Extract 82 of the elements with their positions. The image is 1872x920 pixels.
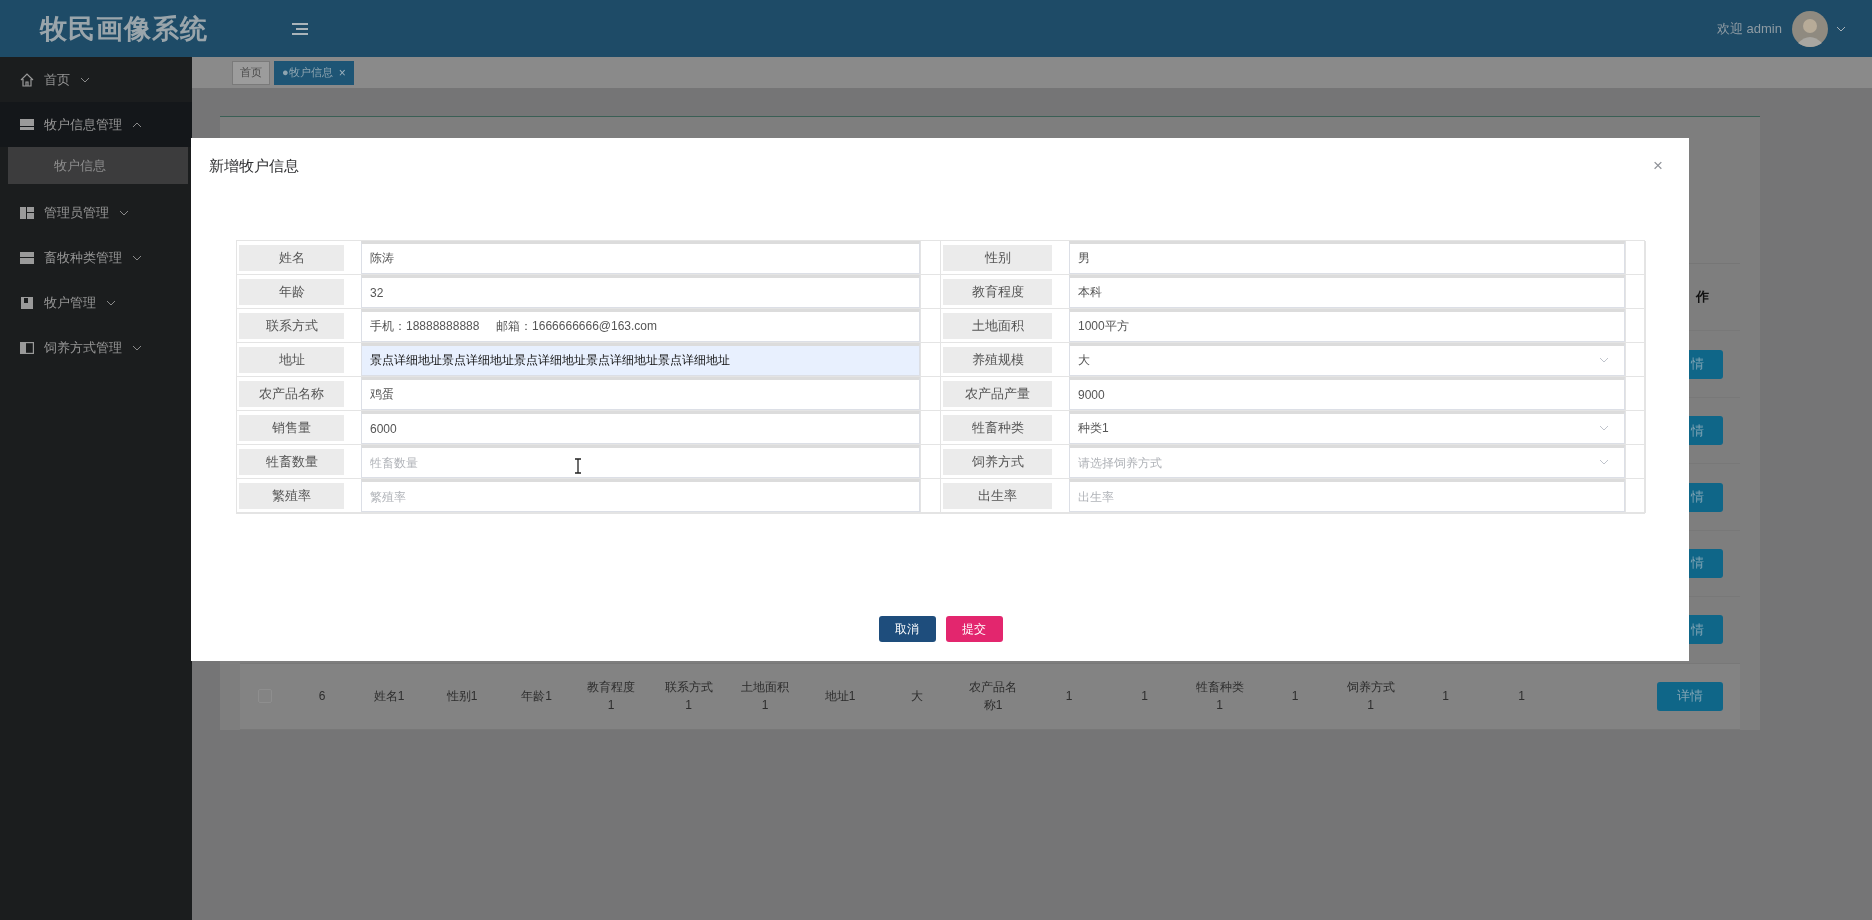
chevron-icon bbox=[132, 121, 142, 128]
sidebar-item[interactable]: 畜牧种类管理 bbox=[0, 235, 192, 280]
sidebar-item[interactable]: 管理员管理 bbox=[0, 190, 192, 235]
select-field[interactable]: 种类1 bbox=[1069, 411, 1625, 444]
chevron-icon bbox=[80, 76, 90, 83]
table-cell-text: 农产品名称1 bbox=[969, 679, 1017, 715]
field-label: 出生率 bbox=[943, 482, 1052, 509]
sidebar-item[interactable]: 首页 bbox=[0, 57, 192, 102]
table-cell-text: 1 bbox=[1442, 688, 1449, 706]
text-cursor-icon bbox=[574, 458, 582, 474]
input-field[interactable]: 手机：18888888888 邮箱：1666666666@163.com bbox=[361, 309, 920, 342]
dialog-title: 新增牧户信息 bbox=[209, 156, 299, 176]
field-label: 年龄 bbox=[239, 278, 344, 305]
input-field[interactable]: 景点详细地址景点详细地址景点详细地址景点详细地址景点详细地址 bbox=[361, 343, 920, 376]
field-label: 养殖规模 bbox=[943, 346, 1052, 373]
field-label: 销售量 bbox=[239, 414, 344, 441]
table-cell-text: 饲养方式1 bbox=[1346, 679, 1395, 715]
table-cell-text: 1 bbox=[1065, 688, 1073, 706]
input-field[interactable]: 繁殖率 bbox=[361, 479, 920, 512]
menu-icon[interactable] bbox=[292, 21, 308, 36]
close-icon[interactable]: × bbox=[338, 65, 346, 80]
input-field[interactable]: 男 bbox=[1069, 241, 1625, 274]
table-cell-text: 1 bbox=[1518, 688, 1525, 706]
cancel-button[interactable]: 取消 bbox=[878, 616, 936, 642]
table-cell-text: 性别1 bbox=[446, 688, 478, 706]
select-field[interactable]: 大 bbox=[1069, 343, 1625, 376]
table-cell-text: 年龄1 bbox=[521, 688, 552, 706]
input-field[interactable]: 6000 bbox=[361, 411, 920, 444]
sidebar-item[interactable]: 牧户管理 bbox=[0, 280, 192, 325]
input-field[interactable]: 出生率 bbox=[1069, 479, 1625, 512]
chevron-icon bbox=[119, 209, 129, 216]
input-field[interactable]: 32 bbox=[361, 275, 920, 308]
table-cell-text: 大 bbox=[910, 688, 923, 706]
bookmark-icon bbox=[20, 295, 34, 310]
list-icon bbox=[20, 250, 34, 265]
table-cell-text: 6 bbox=[318, 688, 326, 706]
chevron-icon[interactable] bbox=[1836, 25, 1846, 32]
input-field[interactable]: 本科 bbox=[1069, 275, 1625, 308]
field-label: 性别 bbox=[943, 244, 1052, 271]
field-label: 牲畜种类 bbox=[943, 414, 1052, 441]
close-icon[interactable]: × bbox=[1653, 156, 1663, 176]
avatar[interactable] bbox=[1792, 10, 1828, 47]
sidebar-item[interactable]: 饲养方式管理 bbox=[0, 325, 192, 370]
input-field[interactable]: 9000 bbox=[1069, 377, 1625, 410]
input-field[interactable]: 鸡蛋 bbox=[361, 377, 920, 410]
table-cell-text: 牲畜种类1 bbox=[1195, 679, 1244, 715]
home-icon bbox=[20, 72, 34, 87]
field-label: 地址 bbox=[239, 346, 344, 373]
input-field[interactable]: 牲畜数量 bbox=[361, 445, 920, 478]
layout-icon bbox=[20, 205, 34, 220]
table-cell-text: 联系方式1 bbox=[664, 679, 713, 715]
field-label: 牲畜数量 bbox=[239, 448, 344, 475]
field-label: 联系方式 bbox=[239, 312, 344, 339]
table-cell-text: 姓名1 bbox=[373, 688, 405, 706]
select-field[interactable]: 请选择饲养方式 bbox=[1069, 445, 1625, 478]
field-label: 饲养方式 bbox=[943, 448, 1052, 475]
field-label: 繁殖率 bbox=[239, 482, 344, 509]
table-cell-text: 土地面积1 bbox=[741, 679, 789, 715]
input-field[interactable]: 陈涛 bbox=[361, 241, 920, 274]
table-cell-text: 1 bbox=[1291, 688, 1299, 706]
chevron-icon bbox=[106, 299, 116, 306]
input-field[interactable]: 1000平方 bbox=[1069, 309, 1625, 342]
panel-icon bbox=[20, 117, 34, 132]
welcome-text: 欢迎 admin bbox=[1716, 19, 1782, 38]
app-logo: 牧民画像系统 bbox=[40, 12, 209, 46]
table-cell-text: 地址1 bbox=[824, 688, 856, 706]
submit-button[interactable]: 提交 bbox=[945, 616, 1003, 642]
sidebar-subitem[interactable]: 牧户信息 bbox=[8, 147, 188, 184]
field-label: 农产品名称 bbox=[239, 380, 344, 407]
field-label: 农产品产量 bbox=[943, 380, 1052, 407]
chevron-icon bbox=[132, 344, 142, 351]
tab[interactable]: 首页 bbox=[232, 60, 270, 85]
chevron-icon bbox=[132, 254, 142, 261]
field-label: 姓名 bbox=[239, 244, 344, 271]
sidebar-icon bbox=[20, 340, 34, 355]
tab[interactable]: ●牧户信息 × bbox=[274, 60, 354, 85]
field-label: 教育程度 bbox=[943, 278, 1052, 305]
sidebar-item[interactable]: 牧户信息管理 bbox=[0, 102, 192, 147]
table-cell-text: 教育程度1 bbox=[587, 679, 635, 715]
table-cell-text: 1 bbox=[1141, 688, 1148, 706]
field-label: 土地面积 bbox=[943, 312, 1052, 339]
column-header: 作 bbox=[1696, 288, 1709, 307]
